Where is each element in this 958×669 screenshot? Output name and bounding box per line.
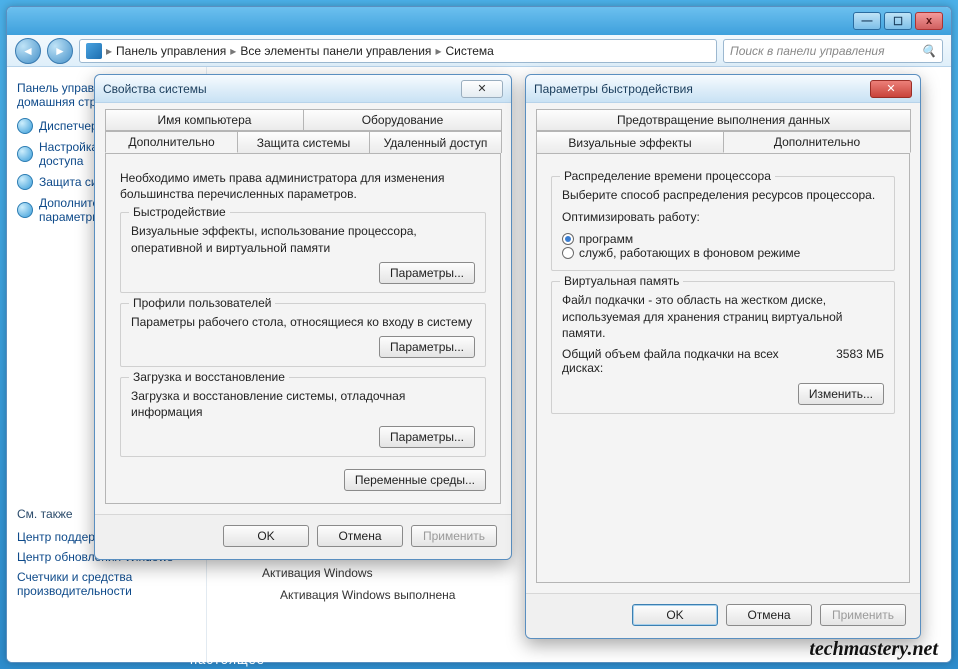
performance-settings-button[interactable]: Параметры... (379, 262, 475, 284)
cancel-button[interactable]: Отмена (317, 525, 403, 547)
dialog-close-button[interactable]: ✕ (870, 80, 912, 98)
shield-icon (17, 146, 33, 162)
ok-button[interactable]: OK (223, 525, 309, 547)
address-bar: ◄ ► ▸ Панель управления ▸ Все элементы п… (7, 35, 951, 67)
tab-remote[interactable]: Удаленный доступ (369, 131, 502, 153)
startup-settings-button[interactable]: Параметры... (379, 426, 475, 448)
taskbar-hint: настоящее (190, 652, 265, 667)
see-also-perf-tools[interactable]: Счетчики и средства производительности (17, 567, 196, 601)
shield-icon (17, 118, 33, 134)
apply-button[interactable]: Применить (411, 525, 497, 547)
tab-pane-advanced: Необходимо иметь права администратора дл… (105, 153, 501, 504)
group-desc: Файл подкачки - это область на жестком д… (562, 292, 884, 341)
dialog-titlebar: Параметры быстродействия ✕ (526, 75, 920, 103)
dialog-title: Свойства системы (103, 82, 461, 96)
activation-heading: Активация Windows (262, 566, 470, 580)
group-legend: Виртуальная память (560, 274, 683, 288)
group-legend: Распределение времени процессора (560, 169, 775, 183)
dialog-footer: OK Отмена Применить (95, 514, 511, 559)
watermark-text: techmastery.net (809, 638, 938, 661)
group-desc: Параметры рабочего стола, относящиеся ко… (131, 314, 475, 330)
dialog-footer: OK Отмена Применить (526, 593, 920, 638)
search-placeholder: Поиск в панели управления (730, 44, 885, 58)
group-processor-scheduling: Распределение времени процессора Выберит… (551, 176, 895, 271)
group-virtual-memory: Виртуальная память Файл подкачки - это о… (551, 281, 895, 414)
activation-status: Активация Windows выполнена (280, 588, 470, 602)
group-desc: Выберите способ распределения ресурсов п… (562, 187, 884, 203)
group-user-profiles: Профили пользователей Параметры рабочего… (120, 303, 486, 367)
radio-dot-icon (562, 247, 574, 259)
group-startup-recovery: Загрузка и восстановление Загрузка и вос… (120, 377, 486, 457)
window-titlebar: — ☐ x (7, 7, 951, 35)
nav-back-button[interactable]: ◄ (15, 38, 41, 64)
breadcrumb-item[interactable]: Система (445, 44, 493, 58)
group-performance: Быстродействие Визуальные эффекты, испол… (120, 212, 486, 292)
pagefile-total-value: 3583 МБ (836, 347, 884, 375)
tab-dep[interactable]: Предотвращение выполнения данных (536, 109, 911, 131)
system-properties-dialog: Свойства системы ✕ Имя компьютера Оборуд… (94, 74, 512, 560)
group-legend: Загрузка и восстановление (129, 370, 289, 384)
performance-options-dialog: Параметры быстродействия ✕ Предотвращени… (525, 74, 921, 639)
cancel-button[interactable]: Отмена (726, 604, 812, 626)
tab-hardware[interactable]: Оборудование (303, 109, 502, 131)
tabs: Предотвращение выполнения данных Визуаль… (536, 109, 910, 153)
tab-visual-effects[interactable]: Визуальные эффекты (536, 131, 724, 153)
breadcrumb-item[interactable]: Панель управления (116, 44, 226, 58)
group-desc: Визуальные эффекты, использование процес… (131, 223, 475, 255)
group-legend: Быстродействие (129, 205, 230, 219)
change-vm-button[interactable]: Изменить... (798, 383, 884, 405)
shield-icon (17, 202, 33, 218)
tab-computer-name[interactable]: Имя компьютера (105, 109, 304, 131)
tabs: Имя компьютера Оборудование Дополнительн… (105, 109, 501, 153)
radio-dot-icon (562, 233, 574, 245)
nav-forward-button[interactable]: ► (47, 38, 73, 64)
pagefile-total-label: Общий объем файла подкачки на всех диска… (562, 347, 792, 375)
group-legend: Профили пользователей (129, 296, 275, 310)
control-panel-icon (86, 43, 102, 59)
maximize-button[interactable]: ☐ (884, 12, 912, 30)
ok-button[interactable]: OK (632, 604, 718, 626)
breadcrumb[interactable]: ▸ Панель управления ▸ Все элементы панел… (79, 39, 717, 63)
environment-variables-button[interactable]: Переменные среды... (344, 469, 486, 491)
dialog-title: Параметры быстродействия (534, 82, 870, 96)
optimize-label: Оптимизировать работу: (562, 209, 884, 225)
tab-advanced[interactable]: Дополнительно (105, 131, 238, 153)
admin-note: Необходимо иметь права администратора дл… (120, 170, 486, 202)
search-icon: 🔍 (921, 44, 936, 58)
search-input[interactable]: Поиск в панели управления 🔍 (723, 39, 943, 63)
dialog-titlebar: Свойства системы ✕ (95, 75, 511, 103)
minimize-button[interactable]: — (853, 12, 881, 30)
tab-system-protection[interactable]: Защита системы (237, 131, 370, 153)
shield-icon (17, 174, 33, 190)
radio-programs[interactable]: программ (562, 232, 633, 246)
tab-advanced[interactable]: Дополнительно (723, 131, 911, 153)
apply-button[interactable]: Применить (820, 604, 906, 626)
profiles-settings-button[interactable]: Параметры... (379, 336, 475, 358)
breadcrumb-item[interactable]: Все элементы панели управления (240, 44, 431, 58)
dialog-close-button[interactable]: ✕ (461, 80, 503, 98)
close-button[interactable]: x (915, 12, 943, 30)
group-desc: Загрузка и восстановление системы, отлад… (131, 388, 475, 420)
radio-background-services[interactable]: служб, работающих в фоновом режиме (562, 246, 800, 260)
tab-pane-advanced: Распределение времени процессора Выберит… (536, 153, 910, 583)
